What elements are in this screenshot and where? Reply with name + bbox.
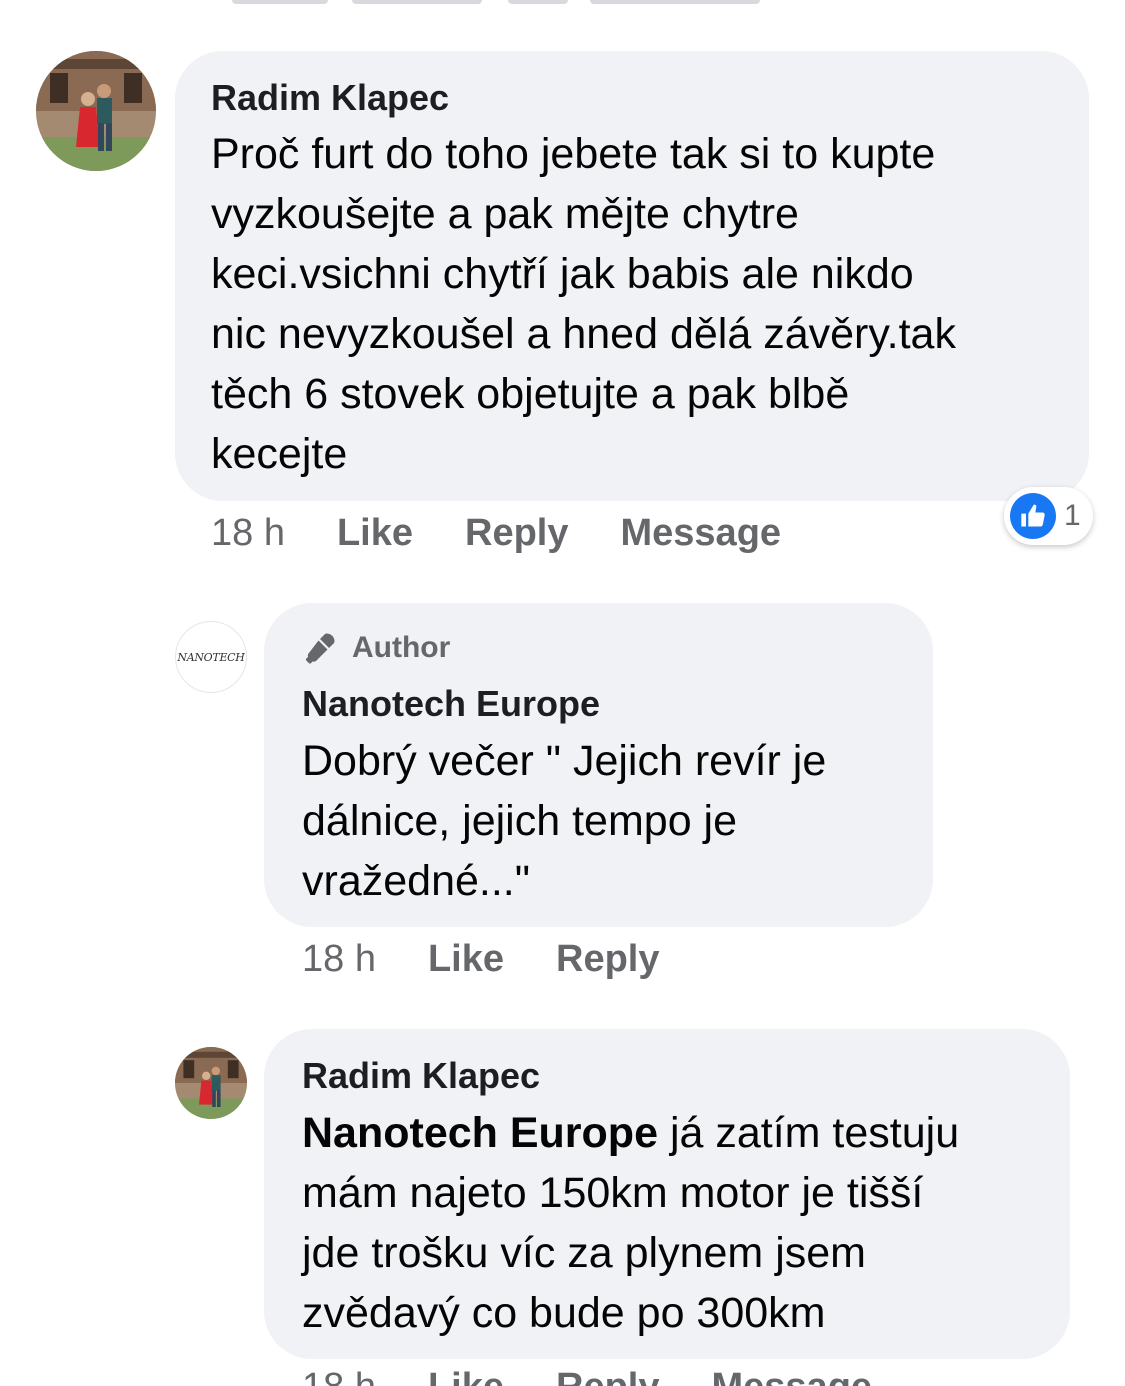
previous-content-cutoff — [0, 0, 1125, 4]
comment-line: vyzkoušejte a pak mějte chytre — [211, 190, 799, 238]
reaction-summary[interactable]: 1 — [1004, 487, 1093, 545]
comment-line: jde trošku víc za plynem jsem — [302, 1229, 866, 1277]
comment-line-rest: já zatím testuju — [658, 1109, 960, 1157]
comment-timestamp[interactable]: 18 h — [302, 937, 376, 981]
reaction-count: 1 — [1064, 499, 1081, 532]
comment-line: mám najeto 150km motor je tišší — [302, 1169, 924, 1217]
thumbs-up-icon — [1010, 493, 1056, 539]
message-button[interactable]: Message — [712, 1365, 873, 1386]
author-badge-label: Author — [352, 631, 451, 664]
comment-actions: 18 h Like Reply — [302, 937, 660, 981]
avatar[interactable] — [175, 1047, 247, 1119]
comment-text: Nanotech Europe já zatím testuju mám naj… — [302, 1103, 959, 1343]
reply-button[interactable]: Reply — [465, 511, 568, 555]
comment-thread: Radim Klapec Proč furt do toho jebete ta… — [0, 0, 1125, 1386]
profile-photo — [175, 1047, 247, 1119]
comment-text: Dobrý večer " Jejich revír je dálnice, j… — [302, 731, 826, 911]
comment-author-name[interactable]: Radim Klapec — [211, 78, 449, 118]
like-button[interactable]: Like — [428, 1365, 504, 1386]
comment-timestamp[interactable]: 18 h — [302, 1365, 376, 1386]
reply-button[interactable]: Reply — [556, 1365, 659, 1386]
comment-actions: 18 h Like Reply Message — [302, 1365, 872, 1386]
comment-author-name[interactable]: Radim Klapec — [302, 1056, 540, 1096]
comment-line: těch 6 stovek objetujte a pak blbě — [211, 370, 850, 418]
reply-button[interactable]: Reply — [556, 937, 659, 981]
profile-photo — [36, 51, 156, 171]
comment-line: vražedné..." — [302, 857, 530, 905]
mention-link[interactable]: Nanotech Europe — [302, 1109, 658, 1157]
comment-text: Proč furt do toho jebete tak si to kupte… — [211, 124, 956, 484]
comment-author-name[interactable]: Nanotech Europe — [302, 684, 600, 724]
author-badge: Author — [302, 630, 450, 666]
comment-actions: 18 h Like Reply Message — [211, 511, 781, 555]
comment-line: Nanotech Europe já zatím testuju — [302, 1103, 959, 1163]
avatar[interactable] — [36, 51, 156, 171]
comment-line: Proč furt do toho jebete tak si to kupte — [211, 130, 936, 178]
comment-line: Dobrý večer " Jejich revír je — [302, 737, 827, 785]
microphone-icon — [305, 633, 335, 664]
avatar-logo-text: NANOTECH — [177, 650, 245, 664]
comment-line: keci.vsichni chytří jak babis ale nikdo — [211, 250, 914, 298]
like-button[interactable]: Like — [337, 511, 413, 555]
comment-line: dálnice, jejich tempo je — [302, 797, 738, 845]
like-button[interactable]: Like — [428, 937, 504, 981]
comment-line: zvědavý co bude po 300km — [302, 1289, 826, 1337]
avatar[interactable]: NANOTECH — [175, 621, 247, 693]
comment-line: nic nevyzkoušel a hned dělá závěry.tak — [211, 310, 956, 358]
comment-line: kecejte — [211, 430, 348, 478]
message-button[interactable]: Message — [621, 511, 782, 555]
comment-timestamp[interactable]: 18 h — [211, 511, 285, 555]
